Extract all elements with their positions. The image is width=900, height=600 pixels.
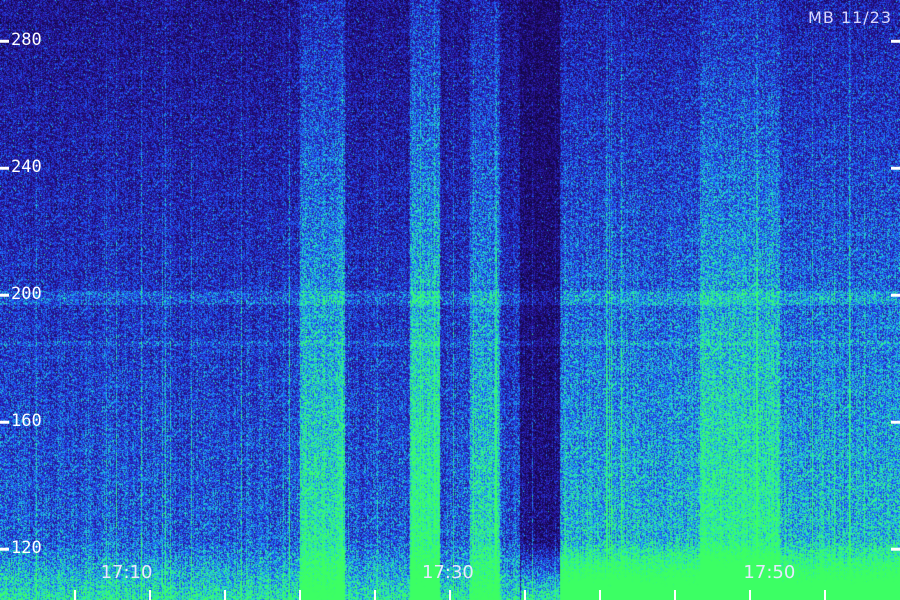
x-tick-label: 17:30	[422, 562, 474, 583]
y-tick-label: 240	[11, 157, 42, 178]
y-tick-label: 200	[11, 284, 42, 305]
x-tick-label: 17:50	[743, 562, 796, 583]
y-tick-label: 160	[11, 411, 42, 432]
x-tick-label: 17:10	[100, 562, 153, 583]
corner-label: MB 11/23	[808, 8, 892, 27]
axis-overlay	[0, 39, 900, 600]
y-tick-label: 280	[11, 30, 42, 51]
y-tick-label: 120	[11, 538, 42, 559]
